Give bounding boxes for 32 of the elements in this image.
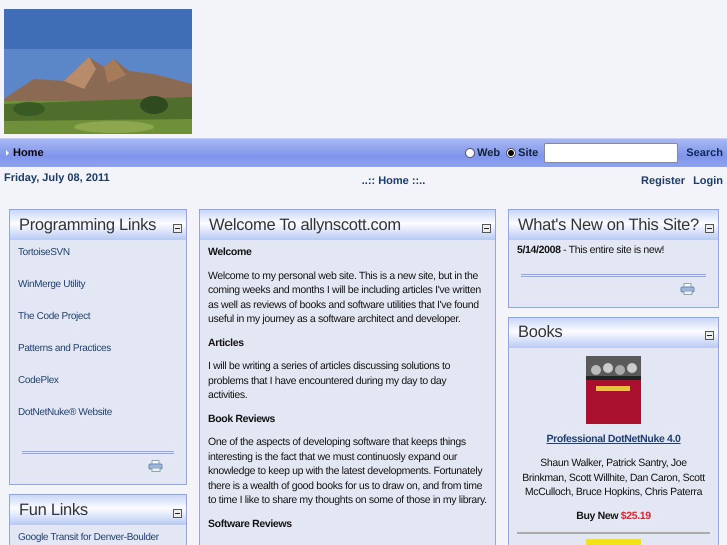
section-heading: Articles (208, 336, 245, 350)
menu-item[interactable]: Home (13, 147, 44, 159)
panel-title: Programming Links (19, 218, 158, 232)
link[interactable]: CodePlex (18, 371, 178, 403)
book-authors: Shaun Walker, Patrick Santry, Joe Brinkman, Scott Willhite, Dan Caron, Scott McCulloch, Bruce Hopkins, Chris Paterra (521, 456, 706, 500)
paragraph: Welcome to my personal web site. This is a new site, but in the coming weeks and months I will be including articles I've written as well as reviews of books and software utilities that I've found useful in my journey as a software architect and developer. (208, 268, 482, 326)
link[interactable]: WinMerge Utility (18, 275, 178, 307)
panel-title: Books (518, 325, 564, 340)
link[interactable]: The Code Project (18, 307, 178, 339)
nav-link[interactable]: Register (641, 175, 686, 206)
book-title-link[interactable]: Professional DotNetNuke 4.0 (546, 432, 681, 446)
price: $25.19 (620, 510, 651, 522)
panel-title: What's New on This Site? (518, 218, 700, 232)
panel-title: Welcome To allynscott.com (209, 218, 402, 232)
buy-label: Buy New (576, 510, 618, 522)
panel-title: Fun Links (19, 502, 89, 518)
section-heading: Software Reviews (208, 516, 293, 531)
paragraph: One of the aspects of developing software that keeps things interesting is the fact that we must continuosly expand our knowledge to keep up with the latest developments. Fortunately there is a wealth of good books for us to draw on, and from time to time I like to share my thoughts on some of those in my library. (208, 435, 487, 508)
radio-label: Web (477, 147, 500, 159)
breadcrumb[interactable]: ..:: Home ::.. (362, 175, 426, 187)
search-link[interactable]: Search (686, 147, 723, 159)
date-text: Friday, July 08, 2011 (4, 172, 110, 184)
link[interactable]: DotNetNuke® Website (18, 403, 178, 435)
section-heading: Welcome (208, 245, 252, 260)
nav-link[interactable]: Login (693, 175, 724, 206)
section-heading: Book Reviews (208, 412, 276, 426)
link[interactable]: TortoiseSVN (18, 243, 178, 275)
link[interactable]: Patterns and Practices (18, 339, 178, 371)
news-item: 5/14/2008 - This entire site is new! (517, 243, 666, 258)
paragraph: I will be writing a series of articles discussing solutions to problems that I have encountered during my day to day activities. (208, 359, 452, 402)
link[interactable]: Google Transit for Denver-Boulder (18, 528, 178, 545)
radio-label: Site (518, 147, 538, 159)
